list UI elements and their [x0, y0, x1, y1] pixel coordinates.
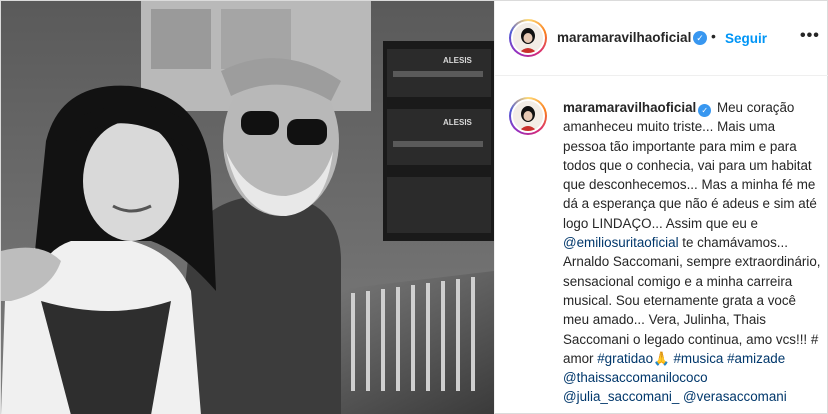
caption-avatar[interactable] — [509, 97, 547, 135]
mention-link[interactable]: @verasaccomani — [683, 389, 787, 404]
avatar[interactable] — [509, 19, 547, 57]
more-options-icon[interactable]: ••• — [800, 27, 820, 45]
post-photo[interactable]: ALESIS ALESIS — [1, 1, 494, 414]
post-details-panel: maramaravilhaoficial ✓ • Seguir ••• mara… — [494, 1, 828, 414]
rack-unit — [387, 109, 491, 165]
verified-badge-icon: ✓ — [698, 104, 712, 117]
mention-link[interactable]: @thaissaccomanilococo — [563, 370, 708, 385]
hashtag-link[interactable]: #amizade — [727, 351, 785, 366]
mention-link[interactable]: @julia_saccomani_ — [563, 389, 679, 404]
caption-text: te chamávamos... Arnaldo Saccomani, semp… — [563, 235, 821, 366]
mention-link[interactable]: @emiliosuritaoficial — [563, 235, 679, 250]
post-caption: maramaravilhaoficial ✓ Meu coração amanhe… — [563, 98, 821, 407]
photo-image: ALESIS ALESIS — [1, 1, 494, 414]
equipment-label: ALESIS — [443, 56, 473, 65]
verified-badge-icon: ✓ — [693, 31, 707, 45]
post-header: maramaravilhaoficial ✓ • Seguir ••• — [495, 1, 828, 76]
instagram-post: ALESIS ALESIS maramaravilhaoficial ✓ • S… — [0, 0, 828, 414]
hashtag-link[interactable]: #gratidao🙏 — [597, 351, 670, 366]
equipment-label: ALESIS — [443, 118, 473, 127]
caption-username[interactable]: maramaravilhaoficial — [563, 100, 696, 115]
follow-button[interactable]: Seguir — [725, 31, 767, 46]
caption-text: Meu coração amanheceu muito triste... Ma… — [563, 100, 817, 231]
avatar-icon — [513, 23, 543, 53]
separator-dot: • — [711, 28, 716, 44]
hashtag-link[interactable]: #musica — [673, 351, 723, 366]
post-username[interactable]: maramaravilhaoficial — [557, 30, 691, 45]
avatar-icon — [513, 101, 543, 131]
